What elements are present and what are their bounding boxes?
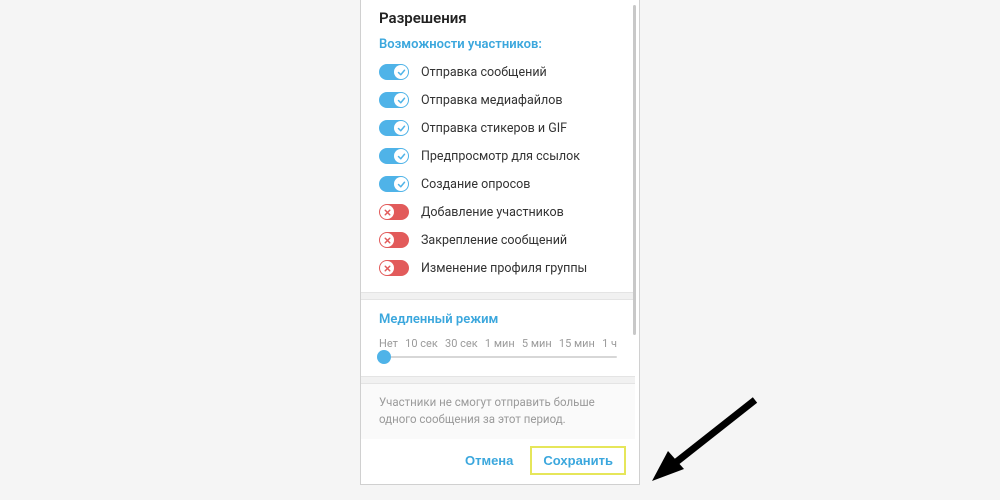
permission-row: Предпросмотр для ссылок: [379, 148, 617, 164]
permission-row: Отправка сообщений: [379, 64, 617, 80]
check-icon: [394, 93, 408, 107]
permissions-list: Отправка сообщений Отправка медиафайлов От…: [379, 64, 617, 276]
section-divider: [361, 376, 635, 384]
permission-row: Создание опросов: [379, 176, 617, 192]
permission-toggle[interactable]: [379, 64, 409, 80]
slowmode-section: Медленный режим Нет10 сек30 сек1 мин5 ми…: [361, 300, 635, 376]
dialog-footer: Отмена Сохранить: [361, 439, 639, 484]
permission-label: Отправка медиафайлов: [421, 93, 563, 108]
members-subtitle: Возможности участников:: [379, 37, 617, 52]
permission-label: Добавление участников: [421, 205, 564, 220]
permission-toggle[interactable]: [379, 148, 409, 164]
permission-row: Добавление участников: [379, 204, 617, 220]
save-button[interactable]: Сохранить: [531, 447, 625, 474]
permission-toggle[interactable]: [379, 92, 409, 108]
slider-track-line: [379, 356, 617, 358]
slowmode-slider[interactable]: [379, 348, 617, 370]
slider-thumb[interactable]: [377, 350, 391, 364]
permission-row: Отправка стикеров и GIF: [379, 120, 617, 136]
permission-label: Создание опросов: [421, 177, 530, 192]
cross-icon: [380, 261, 394, 275]
slowmode-help: Участники не смогут отправить больше одн…: [361, 384, 635, 439]
cross-icon: [380, 205, 394, 219]
check-icon: [394, 177, 408, 191]
permission-toggle[interactable]: [379, 120, 409, 136]
permission-row: Отправка медиафайлов: [379, 92, 617, 108]
permission-row: Закрепление сообщений: [379, 232, 617, 248]
permission-toggle[interactable]: [379, 176, 409, 192]
permission-toggle[interactable]: [379, 260, 409, 276]
scroll-area: Разрешения Возможности участников: Отпра…: [361, 0, 639, 439]
permission-label: Отправка сообщений: [421, 65, 547, 80]
slowmode-title: Медленный режим: [379, 312, 617, 327]
dialog-title: Разрешения: [379, 9, 617, 27]
permissions-section: Разрешения Возможности участников: Отпра…: [361, 0, 635, 292]
cross-icon: [380, 233, 394, 247]
permission-toggle[interactable]: [379, 204, 409, 220]
section-divider: [361, 292, 635, 300]
permission-label: Предпросмотр для ссылок: [421, 149, 580, 164]
permission-label: Закрепление сообщений: [421, 233, 567, 248]
check-icon: [394, 65, 408, 79]
permissions-dialog: Разрешения Возможности участников: Отпра…: [360, 0, 640, 485]
permission-row: Изменение профиля группы: [379, 260, 617, 276]
cancel-button[interactable]: Отмена: [453, 447, 525, 474]
permission-label: Отправка стикеров и GIF: [421, 121, 567, 136]
scrollbar[interactable]: [633, 5, 636, 335]
annotation-arrow-icon: [650, 395, 760, 485]
check-icon: [394, 121, 408, 135]
permission-label: Изменение профиля группы: [421, 261, 587, 276]
check-icon: [394, 149, 408, 163]
permission-toggle[interactable]: [379, 232, 409, 248]
